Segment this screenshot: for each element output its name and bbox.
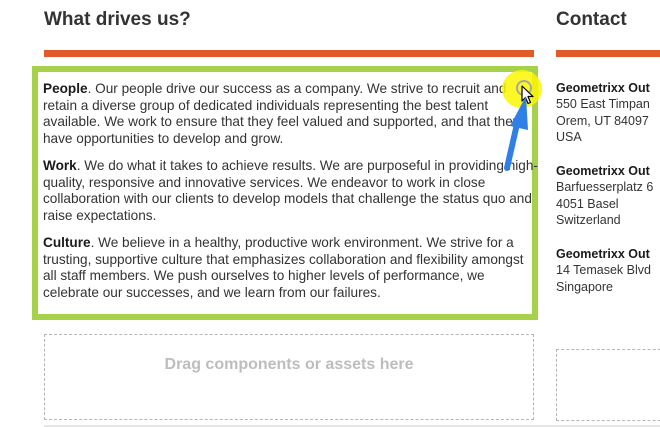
- drop-zone-label: Drag components or assets here: [164, 356, 414, 373]
- office-address-line: Singapore: [556, 279, 613, 294]
- drop-zone-left[interactable]: Drag components or assets here: [44, 334, 534, 420]
- contact-heading-rule: [556, 50, 660, 57]
- paragraph-work-body: . We do what it takes to achieve results…: [43, 158, 538, 223]
- office-address-line: 14 Temasek Blvd: [556, 263, 651, 278]
- contact-office-1: Geometrixx Out 550 East Timpan Orem, UT …: [556, 80, 660, 145]
- arrow-up-right-icon: [504, 96, 528, 171]
- office-name: Geometrixx Out: [556, 164, 650, 178]
- paragraph-work-title: Work: [43, 158, 77, 173]
- text-component-editor[interactable]: People. Our people drive our success as …: [32, 66, 538, 320]
- paragraph-people-body: . Our people drive our success as a comp…: [43, 81, 520, 146]
- paragraph-people-title: People: [43, 81, 88, 96]
- text-component-content[interactable]: People. Our people drive our success as …: [43, 81, 539, 312]
- office-name: Geometrixx Out: [556, 81, 650, 95]
- drives-heading-rule: [44, 50, 534, 57]
- paragraph-culture-body: . We believe in a healthy, productive wo…: [43, 235, 524, 300]
- paragraph-work: Work. We do what it takes to achieve res…: [43, 158, 539, 224]
- drives-heading: What drives us?: [44, 9, 191, 30]
- office-address-line: 4051 Basel: [556, 196, 619, 211]
- contact-office-3: Geometrixx Out 14 Temasek Blvd Singapore: [556, 246, 660, 295]
- office-address-line: 550 East Timpan: [556, 97, 650, 112]
- office-name: Geometrixx Out: [556, 247, 650, 261]
- contact-office-2: Geometrixx Out Barfuesserplatz 6 4051 Ba…: [556, 163, 660, 228]
- paragraph-culture: Culture. We believe in a healthy, produc…: [43, 235, 539, 301]
- drop-zone-right[interactable]: [556, 349, 660, 421]
- page: What drives us? People. Our people drive…: [0, 0, 660, 427]
- office-address-line: Switzerland: [556, 212, 621, 227]
- office-address-line: Orem, UT 84097: [556, 113, 649, 128]
- paragraph-culture-title: Culture: [43, 235, 91, 250]
- paragraph-people: People. Our people drive our success as …: [43, 81, 539, 147]
- office-address-line: Barfuesserplatz 6: [556, 180, 654, 195]
- office-address-line: USA: [556, 129, 582, 144]
- contact-heading: Contact: [556, 9, 627, 30]
